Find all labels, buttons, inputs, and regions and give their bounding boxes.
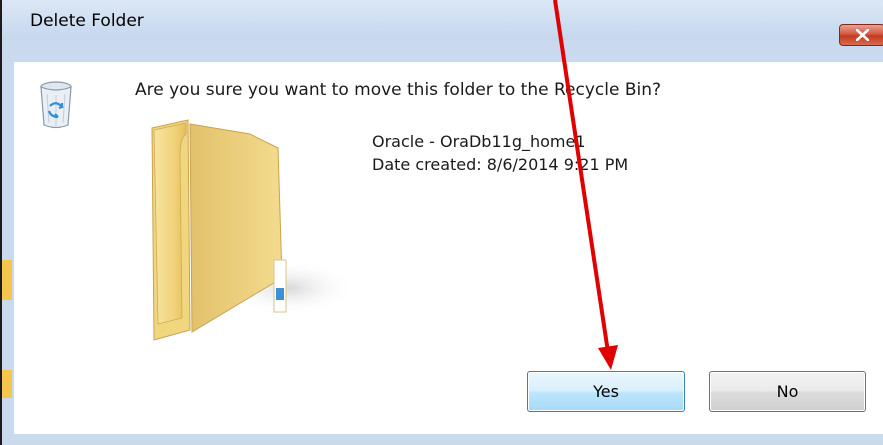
folder-date-created: Date created: 8/6/2014 9:21 PM [372,155,629,174]
recycle-bin-icon [40,81,72,129]
folder-icon [151,119,350,341]
close-button[interactable] [839,24,883,46]
close-x-icon [856,29,869,41]
folder-name: Oracle - OraDb11g_home1 [372,132,586,151]
title-bar[interactable]: Delete Folder [2,0,883,40]
no-button[interactable]: No [709,371,866,412]
background-window-edge [2,370,12,398]
dialog-title: Delete Folder [30,11,144,31]
yes-button[interactable]: Yes [527,371,685,412]
delete-folder-dialog: Delete Folder Are you sure you want to m… [0,0,883,445]
confirmation-question: Are you sure you want to move this folde… [135,80,661,100]
background-window-edge [2,260,12,300]
